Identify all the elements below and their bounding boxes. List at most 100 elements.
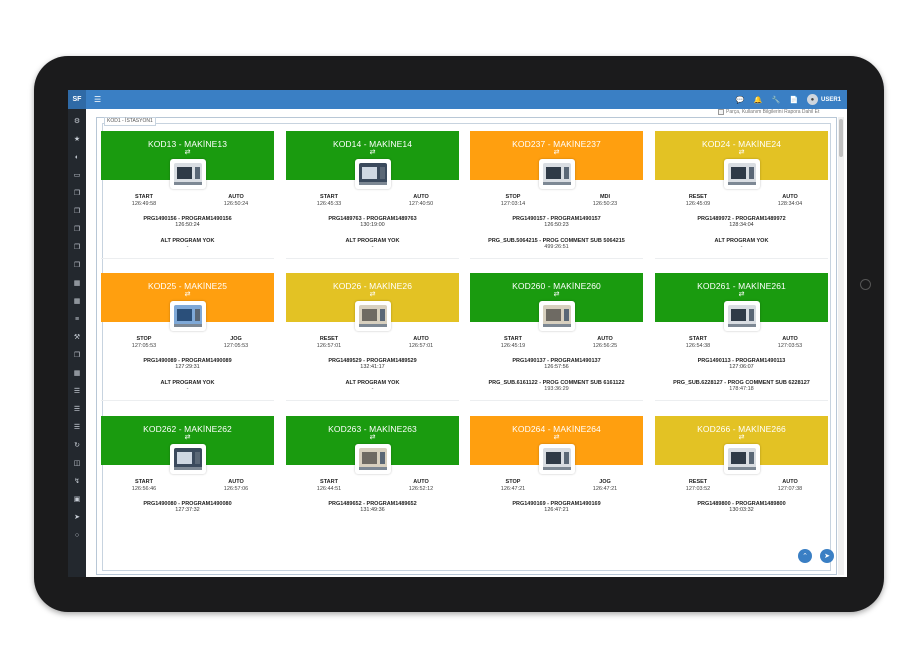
copy-icon[interactable]: ❐	[68, 257, 86, 275]
brand-logo[interactable]: SF	[68, 90, 86, 109]
hamburger-icon[interactable]: ☰	[94, 95, 101, 104]
bolt-icon[interactable]: ↯	[68, 473, 86, 491]
user-name[interactable]: USER1	[821, 97, 841, 103]
list-icon[interactable]: ☰	[68, 383, 86, 401]
machine-card-header[interactable]: KOD266 - MAKİNE266 ⇄	[655, 416, 828, 474]
calendar-icon[interactable]: ▦	[68, 275, 86, 293]
copy-icon[interactable]: ❐	[68, 221, 86, 239]
logo-icon[interactable]: ⚙	[68, 113, 86, 131]
machine-card[interactable]: KOD262 - MAKİNE262 ⇄ START 126:56:46 AUT…	[101, 416, 274, 544]
sub-program-info: PRG_SUB.6161122 - PROG COMMENT SUB 61611…	[470, 380, 643, 392]
filter-icon[interactable]: ≡	[68, 311, 86, 329]
machine-card[interactable]: KOD25 - MAKİNE25 ⇄ STOP 127:05:53 JOG 12…	[101, 273, 274, 401]
machine-card[interactable]: KOD237 - MAKİNE237 ⇄ STOP 127:03:14 MDI …	[470, 131, 643, 259]
machine-card[interactable]: KOD266 - MAKİNE266 ⇄ RESET 127:03:52 AUT…	[655, 416, 828, 544]
program-time: 126:57:56	[544, 364, 569, 370]
run-state-time: 126:57:01	[316, 343, 342, 349]
mode-state-label: AUTO	[413, 479, 429, 485]
machine-card[interactable]: KOD260 - MAKİNE260 ⇄ START 126:45:19 AUT…	[470, 273, 643, 401]
comment-icon[interactable]: ○	[68, 527, 86, 545]
run-state-time: 126:45:09	[685, 201, 711, 207]
dashboard-icon[interactable]: ◐	[68, 149, 86, 167]
machine-card[interactable]: KOD261 - MAKİNE261 ⇄ START 126:54:38 AUT…	[655, 273, 828, 401]
run-state: START 126:45:19	[488, 336, 538, 349]
machine-card-header[interactable]: KOD13 - MAKİNE13 ⇄	[101, 131, 274, 189]
machine-card-header[interactable]: KOD262 - MAKİNE262 ⇄	[101, 416, 274, 474]
machine-card[interactable]: KOD13 - MAKİNE13 ⇄ START 126:49:58 AUTO …	[101, 131, 274, 259]
send-icon[interactable]: ➤	[68, 509, 86, 527]
machine-card-header[interactable]: KOD261 - MAKİNE261 ⇄	[655, 273, 828, 331]
card-divider	[286, 258, 459, 259]
machine-card-body: STOP 126:47:21 JOG 126:47:21 PRG1490169 …	[470, 465, 643, 544]
copy-icon[interactable]: ❐	[68, 185, 86, 203]
report-include-option[interactable]: Parça, Kullanım Bilgilerini Rapora Dahil…	[718, 109, 819, 115]
list-icon[interactable]: ☰	[68, 401, 86, 419]
machine-card-header[interactable]: KOD260 - MAKİNE260 ⇄	[470, 273, 643, 331]
swap-arrows-icon: ⇄	[369, 149, 376, 156]
machine-card[interactable]: KOD24 - MAKİNE24 ⇄ RESET 126:45:09 AUTO …	[655, 131, 828, 259]
program-time: 130:03:32	[729, 507, 754, 513]
machine-card-header[interactable]: KOD26 - MAKİNE26 ⇄	[286, 273, 459, 331]
card-divider	[101, 400, 274, 401]
card-divider	[470, 258, 643, 259]
run-state: STOP 127:05:53	[119, 336, 169, 349]
bell-icon[interactable]: 🔔	[749, 96, 767, 104]
copy-icon[interactable]: ❐	[68, 239, 86, 257]
sub-program-time: 499:26:51	[544, 244, 569, 250]
avatar[interactable]: ●	[806, 94, 818, 105]
copy-icon[interactable]: ❐	[68, 347, 86, 365]
machine-card[interactable]: KOD263 - MAKİNE263 ⇄ START 126:44:51 AUT…	[286, 416, 459, 544]
program-info: PRG1490157 - PROGRAM1490157 126:50:23	[470, 216, 643, 228]
report-include-checkbox[interactable]	[718, 109, 724, 115]
calendar-icon[interactable]: ▦	[68, 365, 86, 383]
machine-card[interactable]: KOD264 - MAKİNE264 ⇄ STOP 126:47:21 JOG …	[470, 416, 643, 544]
machine-title: KOD13 - MAKİNE13	[147, 139, 228, 149]
send-button[interactable]: ➤	[820, 549, 834, 563]
list-icon[interactable]: ☰	[68, 419, 86, 437]
star-icon[interactable]: ★	[68, 131, 86, 149]
mode-state: AUTO 126:57:01	[396, 336, 446, 349]
machine-title: KOD262 - MAKİNE262	[143, 424, 232, 434]
program-info: PRG1490156 - PROGRAM1490156 126:50:24	[101, 216, 274, 228]
machine-card-body: START 126:56:46 AUTO 126:57:06 PRG149008…	[101, 465, 274, 544]
box-icon[interactable]: ▣	[68, 491, 86, 509]
machine-card-header[interactable]: KOD237 - MAKİNE237 ⇄	[470, 131, 643, 189]
mode-state-time: 127:40:50	[408, 201, 434, 207]
scrollbar-thumb[interactable]	[839, 119, 843, 157]
machine-card[interactable]: KOD26 - MAKİNE26 ⇄ RESET 126:57:01 AUTO …	[286, 273, 459, 401]
program-info: PRG1489763 - PROGRAM1489763 130:19:00	[286, 216, 459, 228]
run-state: START 126:44:51	[304, 479, 354, 492]
machine-card-body: STOP 127:05:53 JOG 127:05:53 PRG1490089 …	[101, 322, 274, 401]
machine-title: KOD14 - MAKİNE14	[332, 139, 413, 149]
machine-card[interactable]: KOD14 - MAKİNE14 ⇄ START 126:45:33 AUTO …	[286, 131, 459, 259]
swap-arrows-icon: ⇄	[553, 434, 560, 441]
swap-arrows-icon: ⇄	[553, 149, 560, 156]
swap-arrows-icon: ⇄	[738, 149, 745, 156]
refresh-icon[interactable]: ↻	[68, 437, 86, 455]
wrench-icon[interactable]: 🔧	[767, 96, 785, 104]
mode-state: AUTO 128:34:04	[765, 194, 815, 207]
run-state-label: STOP	[505, 194, 521, 200]
scrollbar-track[interactable]	[838, 117, 844, 575]
swap-arrows-icon: ⇄	[184, 291, 191, 298]
sub-program-time: 178:47:18	[729, 386, 754, 392]
chat-icon[interactable]: 💬	[731, 96, 749, 104]
machine-title: KOD261 - MAKİNE261	[697, 281, 786, 291]
machine-card-header[interactable]: KOD264 - MAKİNE264 ⇄	[470, 416, 643, 474]
mode-state-time: 128:34:04	[777, 201, 803, 207]
run-state-label: START	[135, 194, 153, 200]
mode-state: AUTO 127:07:38	[765, 479, 815, 492]
scroll-top-button[interactable]: ⌃	[798, 549, 812, 563]
machine-card-header[interactable]: KOD24 - MAKİNE24 ⇄	[655, 131, 828, 189]
machine-card-header[interactable]: KOD14 - MAKİNE14 ⇄	[286, 131, 459, 189]
mode-state-time: 126:57:06	[223, 486, 249, 492]
mode-state-label: AUTO	[228, 479, 244, 485]
calendar-icon[interactable]: ▦	[68, 293, 86, 311]
copy-icon[interactable]: ❐	[68, 203, 86, 221]
wrench-icon[interactable]: ⚒	[68, 329, 86, 347]
document-icon[interactable]: 📄	[785, 96, 803, 104]
database-icon[interactable]: ◫	[68, 455, 86, 473]
machine-card-header[interactable]: KOD25 - MAKİNE25 ⇄	[101, 273, 274, 331]
machine-card-header[interactable]: KOD263 - MAKİNE263 ⇄	[286, 416, 459, 474]
monitor-icon[interactable]: ▭	[68, 167, 86, 185]
